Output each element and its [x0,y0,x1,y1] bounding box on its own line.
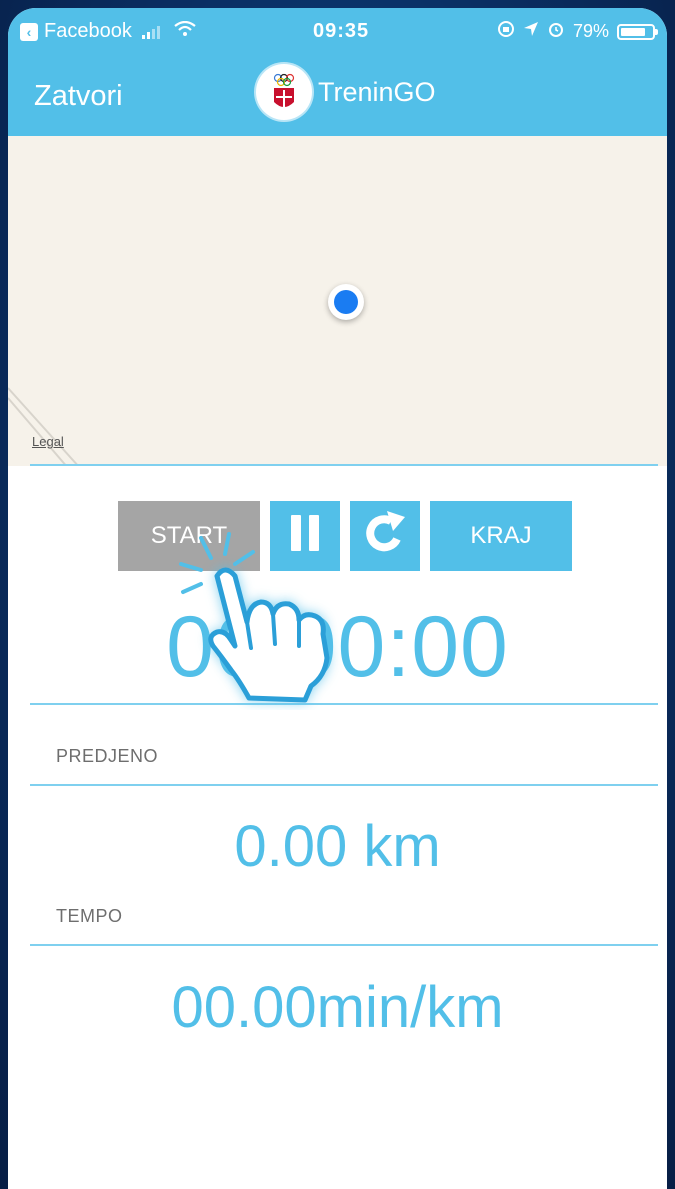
battery-fill [621,27,645,36]
legal-link[interactable]: Legal [32,434,64,449]
pace-unit: min/km [316,975,504,1040]
orientation-lock-icon [497,20,515,43]
distance-label: PREDJENO [56,746,159,766]
current-location-dot [328,284,364,320]
divider [30,464,658,466]
status-right: 79% [497,20,658,43]
map-road [8,387,80,466]
app-title: TreninGO [318,76,436,107]
status-bar: ‹ Facebook 09:35 79% [8,8,667,56]
location-arrow-icon [523,21,539,42]
app-logo [256,64,312,120]
signal-icon [141,25,160,39]
pace-value-group: 00.00min/km [8,974,667,1041]
phone-screen: ‹ Facebook 09:35 79% Zatvori TreninGO Le… [8,8,667,1189]
status-time: 09:35 [313,20,370,42]
close-button[interactable]: Zatvori [34,80,123,113]
status-left: ‹ Facebook [20,20,196,43]
wifi-icon [174,20,196,42]
divider [30,784,658,786]
back-to-app-icon[interactable]: ‹ [20,22,38,41]
back-to-app-label[interactable]: Facebook [44,20,132,43]
alarm-icon [547,20,565,43]
pace-label: TEMPO [56,906,123,926]
battery-percent: 79% [572,21,609,41]
divider [30,944,658,946]
end-button[interactable]: KRAJ [430,501,572,571]
map-view[interactable]: Legal [8,136,667,466]
tap-hand-icon [173,530,363,715]
nav-bar: Zatvori TreninGO [8,56,667,136]
distance-value: 0.00 km [234,814,441,879]
pace-value: 00.00 [171,975,317,1040]
battery-icon [617,23,658,40]
refresh-icon [361,509,409,564]
nav-title-group: TreninGO [256,64,436,120]
